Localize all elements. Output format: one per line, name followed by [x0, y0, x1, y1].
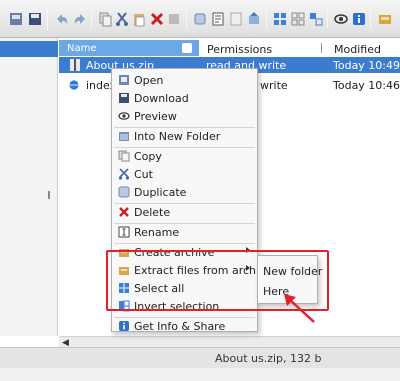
preview-icon[interactable]	[333, 11, 349, 27]
list-header: Name Permissions Modified	[59, 40, 400, 56]
paste-icon[interactable]	[131, 11, 147, 27]
archive-icon[interactable]	[228, 11, 244, 27]
column-name-header[interactable]: Name	[59, 40, 199, 56]
file-modified: Today 10:49 A	[333, 59, 400, 72]
grid-view-icon[interactable]	[272, 11, 288, 27]
menu-item-delete[interactable]: Delete	[112, 204, 257, 222]
redo-icon[interactable]	[72, 11, 88, 27]
text-file-icon[interactable]	[210, 11, 226, 27]
menu-item-copy[interactable]: Copy	[112, 148, 257, 166]
menu-item-open[interactable]: Open	[112, 72, 257, 90]
menu-item-preview[interactable]: Preview	[112, 108, 257, 126]
column-modified-header[interactable]: Modified	[329, 40, 381, 56]
list-view-icon[interactable]	[290, 11, 306, 27]
rename-icon	[118, 226, 130, 238]
column-permissions-header[interactable]: Permissions	[202, 40, 272, 56]
column-modified-label: Modified	[334, 43, 381, 56]
zip-file-icon	[70, 59, 80, 71]
file-modified: Today 10:46 A	[333, 79, 400, 92]
duplicate-icon	[118, 186, 130, 198]
column-permissions-label: Permissions	[207, 43, 273, 56]
help-icon[interactable]	[377, 11, 393, 27]
menu-item-into-new-folder[interactable]: Into New Folder	[112, 128, 257, 146]
copy-icon	[118, 150, 130, 162]
download-icon	[118, 92, 130, 104]
open-icon	[118, 74, 130, 86]
undo-icon[interactable]	[54, 11, 70, 27]
menu-item-get-info[interactable]: Get Info & Share	[112, 318, 257, 336]
menu-item-duplicate[interactable]: Duplicate	[112, 184, 257, 202]
file-permissions: write	[260, 79, 288, 92]
menu-item-cut[interactable]: Cut	[112, 166, 257, 184]
menu-item-download[interactable]: Download	[112, 90, 257, 108]
rename-icon[interactable]	[166, 11, 182, 27]
annotation-arrow-icon	[284, 294, 315, 323]
info-icon	[118, 320, 130, 332]
horizontal-scrollbar[interactable]: ◀	[59, 336, 400, 348]
folder-icon[interactable]	[8, 11, 24, 27]
info-icon[interactable]	[351, 11, 367, 27]
extract-icon[interactable]	[246, 11, 262, 27]
new-folder-icon	[118, 130, 130, 142]
panel-splitter[interactable]	[48, 191, 50, 199]
tree-selected-item[interactable]	[0, 41, 58, 57]
menu-item-rename[interactable]: Rename	[112, 224, 257, 242]
web-file-icon	[69, 80, 79, 90]
column-name-label: Name	[67, 43, 97, 54]
bottom-strip	[0, 368, 400, 381]
delete-icon[interactable]	[149, 11, 165, 27]
save-icon[interactable]	[27, 11, 43, 27]
tree-view-icon[interactable]	[308, 11, 324, 27]
status-text: About us.zip, 132 b	[215, 352, 322, 365]
preview-eye-icon	[118, 110, 130, 122]
folder-tree[interactable]	[0, 38, 58, 336]
copy-icon[interactable]	[97, 11, 113, 27]
status-bar: About us.zip, 132 b	[0, 347, 400, 368]
sort-icon	[182, 43, 192, 53]
duplicate-icon[interactable]	[192, 11, 208, 27]
cut-icon[interactable]	[114, 11, 130, 27]
delete-x-icon	[118, 206, 130, 218]
toolbar	[0, 0, 400, 38]
scissors-icon	[118, 168, 130, 180]
column-divider[interactable]	[321, 43, 322, 53]
